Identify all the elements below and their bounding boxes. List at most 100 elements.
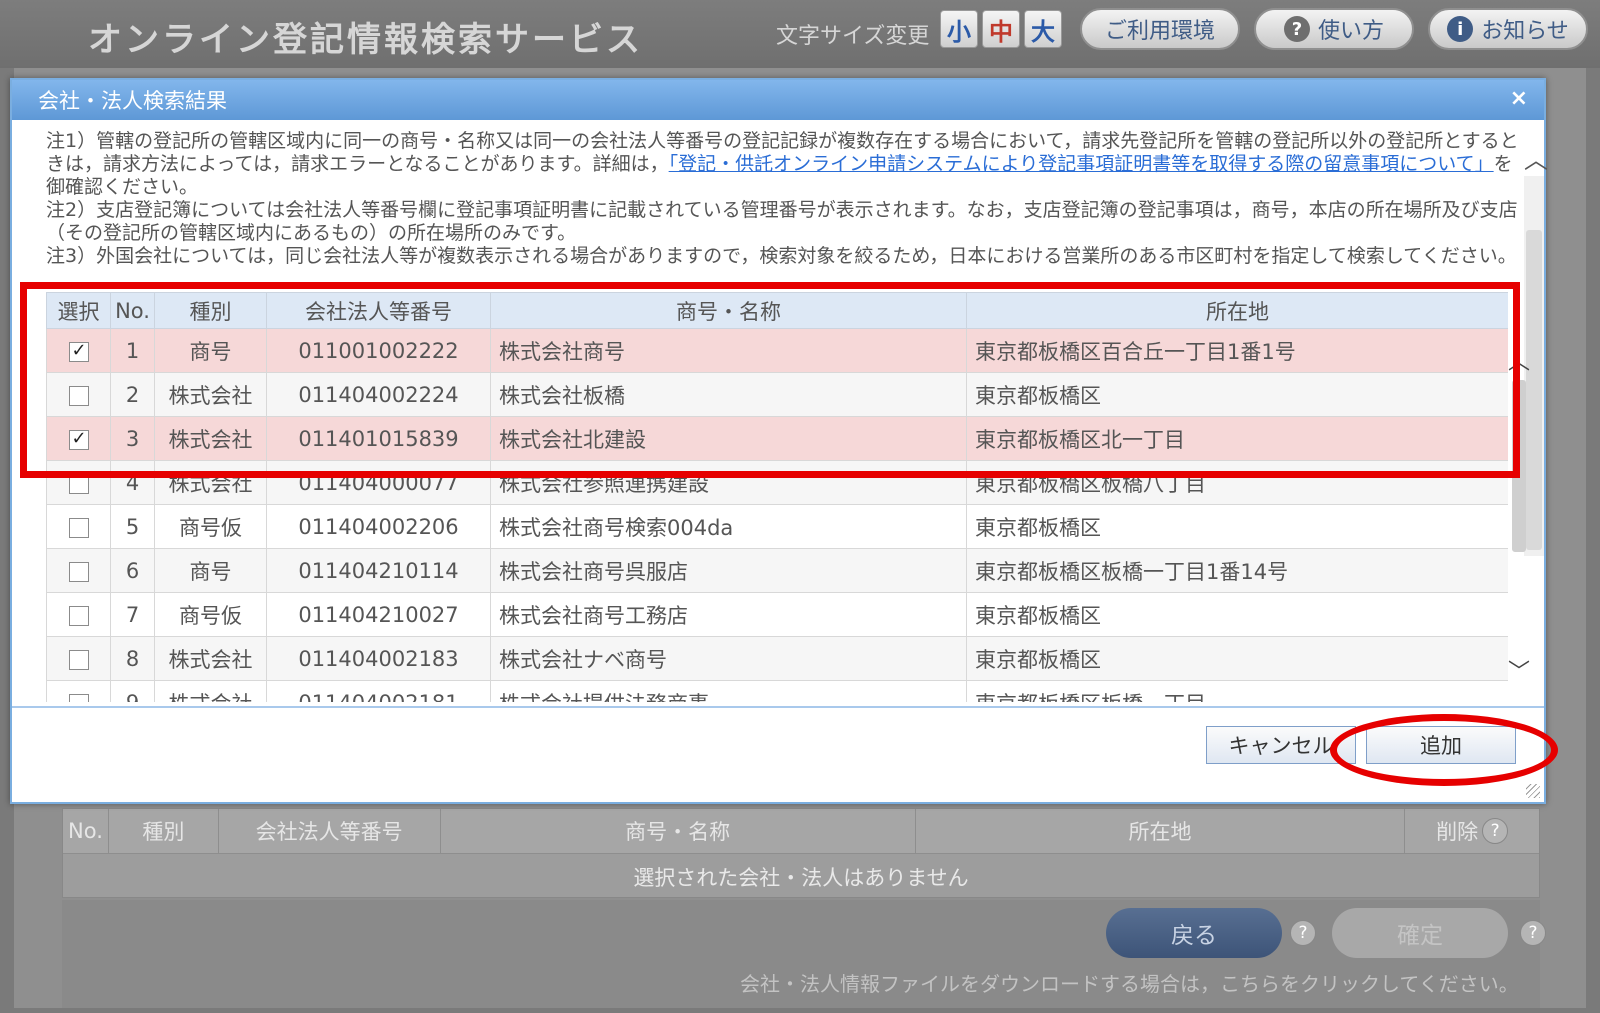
name-cell: 株式会社商号呉服店 [490, 548, 967, 593]
resize-grip-icon[interactable] [1526, 784, 1540, 798]
environment-button[interactable]: ご利用環境 [1080, 8, 1240, 50]
name-cell: 株式会社参照連携建設 [490, 460, 967, 505]
number-cell: 011404002181 [266, 680, 491, 702]
add-button[interactable]: 追加 [1366, 726, 1516, 764]
select-cell[interactable] [46, 328, 111, 373]
news-button[interactable]: i お知らせ [1428, 8, 1588, 50]
select-cell[interactable] [46, 504, 111, 549]
col-address: 所在地 [966, 292, 1508, 329]
no-cell: 7 [110, 592, 155, 637]
environment-label: ご利用環境 [1104, 19, 1215, 44]
result-row[interactable]: 8 株式会社 011404002183 株式会社ナベ商号 東京都板橋区 [46, 636, 1508, 681]
row-checkbox[interactable] [68, 561, 89, 582]
number-cell: 011404210114 [266, 548, 491, 593]
row-checkbox[interactable] [68, 649, 89, 670]
select-cell[interactable] [46, 680, 111, 702]
font-size-small-button[interactable]: 小 [940, 10, 978, 48]
close-icon[interactable]: × [1510, 86, 1528, 111]
row-checkbox[interactable] [68, 473, 89, 494]
no-cell: 5 [110, 504, 155, 549]
info-icon: i [1447, 16, 1474, 42]
results-scroll-down-icon[interactable]: ﹀ [1508, 654, 1530, 686]
note-3: 注3）外国会社については，同じ会社法人等が複数表示される場合がありますので，検索… [46, 245, 1517, 267]
col-number: 会社法人等番号 [266, 292, 491, 329]
delete-help-icon[interactable]: ? [1482, 818, 1509, 844]
col-delete: 削除 ? [1405, 809, 1539, 853]
font-size-large-button[interactable]: 大 [1024, 10, 1062, 48]
results-table-container: 選択 No. 種別 会社法人等番号 商号・名称 所在地 1商号011001002… [46, 292, 1508, 702]
row-checkbox[interactable] [68, 428, 89, 450]
empty-message: 選択された会社・法人はありません [63, 853, 1539, 899]
col-number: 会社法人等番号 [219, 809, 441, 853]
type-cell: 株式会社 [154, 372, 267, 417]
results-scroll-up-icon[interactable]: ︿ [1508, 344, 1530, 376]
number-cell: 011404210027 [266, 592, 491, 637]
dialog-title-bar: 会社・法人検索結果 × [12, 80, 1544, 120]
back-button[interactable]: 戻る [1106, 908, 1282, 958]
address-cell: 東京都板橋区 [966, 372, 1508, 417]
results-scrollbar-thumb[interactable] [1512, 380, 1526, 552]
help-button[interactable]: ? 使い方 [1254, 8, 1414, 50]
dialog-title: 会社・法人検索結果 [38, 89, 227, 113]
result-row[interactable]: 7 商号仮 011404210027 株式会社商号工務店 東京都板橋区 [46, 592, 1508, 637]
name-cell: 株式会社商号工務店 [490, 592, 967, 637]
select-cell[interactable] [46, 372, 111, 417]
confirm-help-icon[interactable]: ? [1520, 920, 1546, 946]
results-header-row: 選択 No. 種別 会社法人等番号 商号・名称 所在地 [46, 292, 1508, 329]
row-checkbox[interactable] [68, 340, 89, 362]
col-delete-label: 削除 [1436, 820, 1479, 844]
note-1-link[interactable]: 「登記・供託オンライン申請システムにより登記事項証明書等を取得する際の留意事項に… [669, 153, 1494, 175]
name-cell: 株式会社提供法務商事 [490, 680, 967, 702]
result-row[interactable]: 6 商号 011404210114 株式会社商号呉服店 東京都板橋区板橋一丁目1番14号 [46, 548, 1508, 593]
select-cell[interactable] [46, 416, 111, 461]
select-cell[interactable] [46, 460, 111, 505]
col-name: 商号・名称 [490, 292, 967, 329]
result-row[interactable]: 1商号011001002222株式会社商号東京都板橋区百合丘一丁目1番1号 [46, 328, 1508, 373]
confirm-button[interactable]: 確定 [1332, 908, 1508, 958]
row-checkbox[interactable] [68, 517, 89, 538]
number-cell: 011401015839 [266, 416, 491, 461]
type-cell: 商号 [154, 548, 267, 593]
font-size-label: 文字サイズ変更 [776, 24, 930, 49]
select-cell[interactable] [46, 592, 111, 637]
number-cell: 011404002224 [266, 372, 491, 417]
col-no: No. [110, 292, 155, 329]
back-help-icon[interactable]: ? [1290, 920, 1316, 946]
address-cell: 東京都板橋区板橋一丁目 [966, 680, 1508, 702]
no-cell: 1 [110, 328, 155, 373]
result-row[interactable]: 3株式会社011401015839株式会社北建設東京都板橋区北一丁目 [46, 416, 1508, 461]
number-cell: 011404000077 [266, 460, 491, 505]
dialog-divider [12, 706, 1544, 708]
col-address: 所在地 [916, 809, 1406, 853]
note-2: 注2）支店登記簿については会社法人等番号欄に登記事項証明書に記載されている管理番… [46, 199, 1518, 244]
name-cell: 株式会社北建設 [490, 416, 967, 461]
type-cell: 株式会社 [154, 460, 267, 505]
select-cell[interactable] [46, 636, 111, 681]
type-cell: 株式会社 [154, 636, 267, 681]
cancel-button[interactable]: キャンセル [1206, 726, 1356, 764]
address-cell: 東京都板橋区百合丘一丁目1番1号 [966, 328, 1508, 373]
no-cell: 9 [110, 680, 155, 702]
news-label: お知らせ [1481, 19, 1569, 44]
result-row[interactable]: 9株式会社011404002181株式会社提供法務商事東京都板橋区板橋一丁目 [46, 680, 1508, 702]
number-cell: 011404002206 [266, 504, 491, 549]
col-select: 選択 [46, 292, 111, 329]
result-row[interactable]: 5 商号仮 011404002206 株式会社商号検索004da 東京都板橋区 [46, 504, 1508, 549]
name-cell: 株式会社商号検索004da [490, 504, 967, 549]
no-cell: 6 [110, 548, 155, 593]
font-size-medium-button[interactable]: 中 [982, 10, 1020, 48]
number-cell: 011001002222 [266, 328, 491, 373]
chevron-up-icon[interactable]: ︿ [1524, 140, 1548, 175]
result-row[interactable]: 2 株式会社 011404002224 株式会社板橋 東京都板橋区 [46, 372, 1508, 417]
download-link-text[interactable]: 会社・法人情報ファイルをダウンロードする場合は，こちらをクリックしてください。 [740, 968, 1519, 997]
type-cell: 商号仮 [154, 504, 267, 549]
row-checkbox[interactable] [68, 385, 89, 406]
dialog-scrollbar-thumb[interactable] [1526, 230, 1542, 550]
result-row[interactable]: 4 株式会社 011404000077 株式会社参照連携建設 東京都板橋区板橋八丁目 [46, 460, 1508, 505]
row-checkbox[interactable] [68, 605, 89, 626]
col-type: 種別 [109, 809, 219, 853]
results-table: 選択 No. 種別 会社法人等番号 商号・名称 所在地 1商号011001002… [46, 292, 1508, 702]
select-cell[interactable] [46, 548, 111, 593]
col-no: No. [63, 809, 109, 853]
row-checkbox[interactable] [68, 693, 89, 702]
